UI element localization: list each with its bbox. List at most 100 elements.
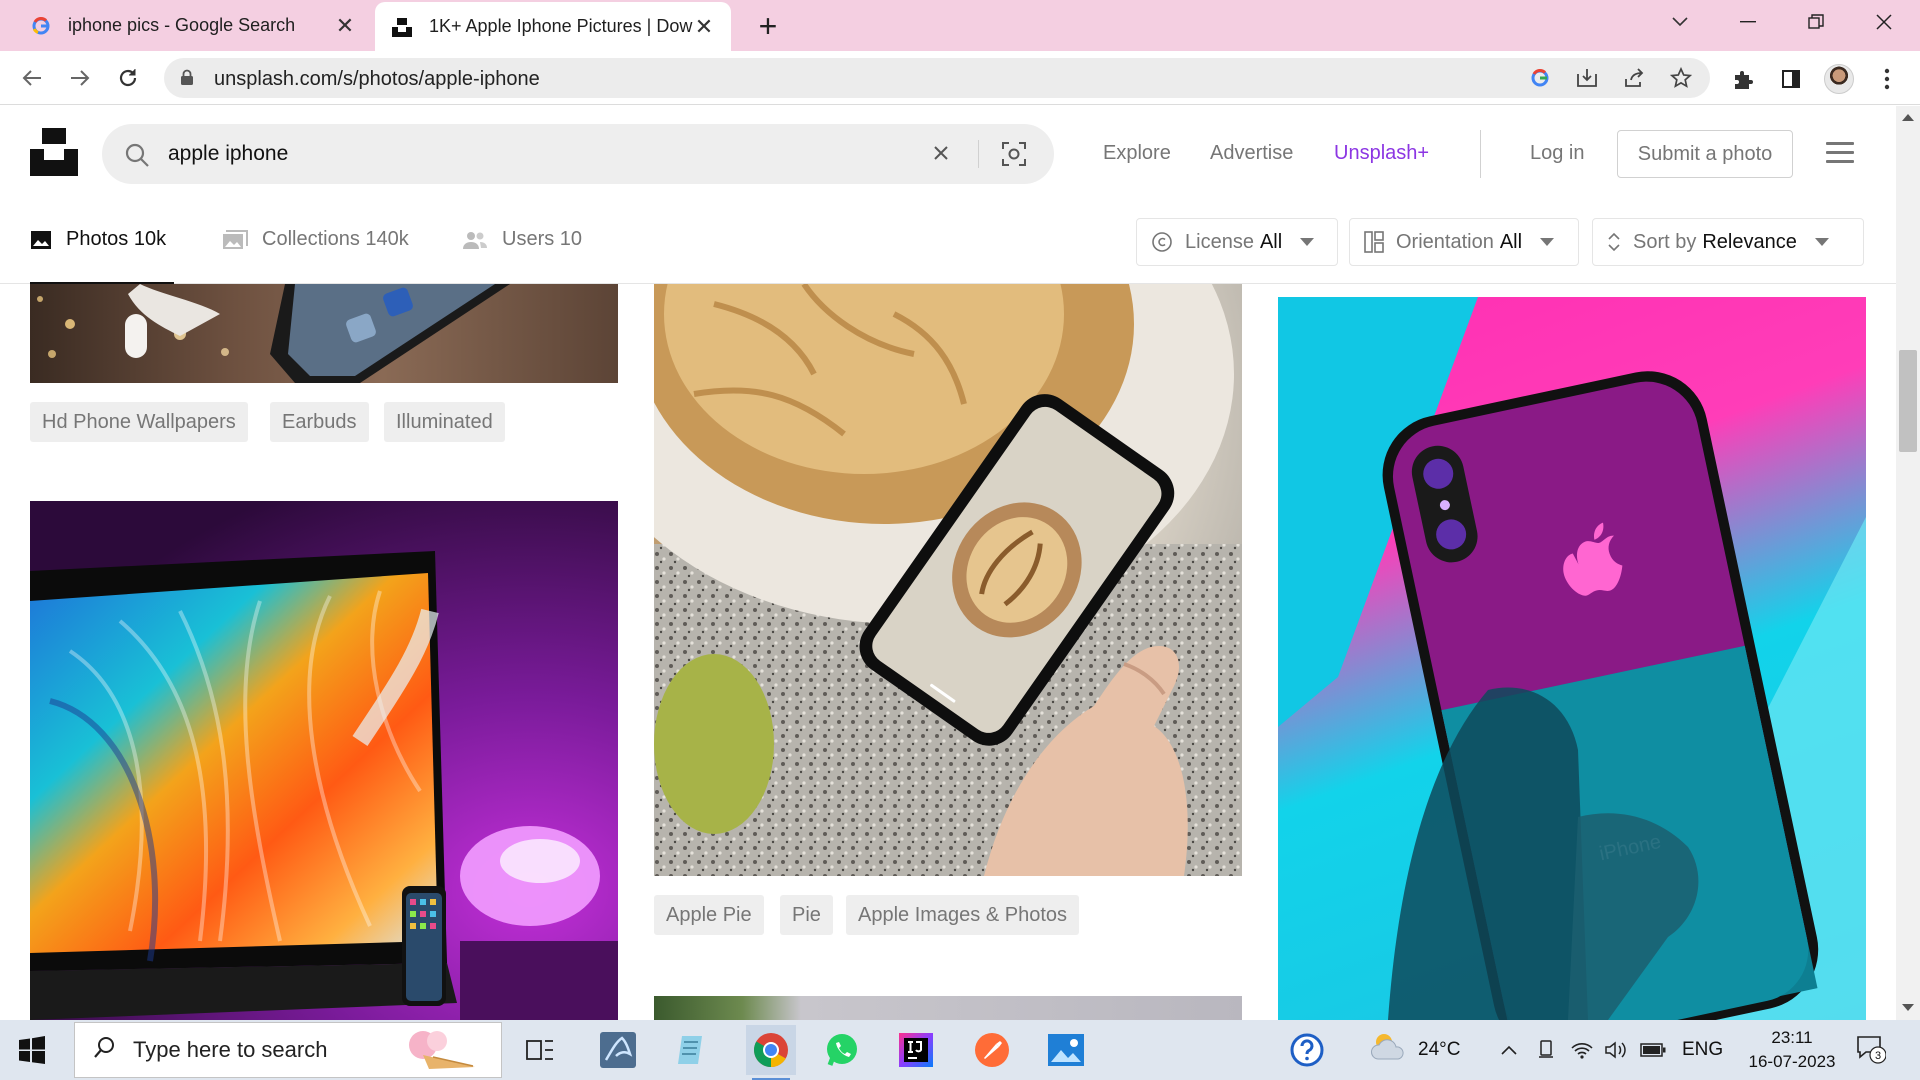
volume-icon[interactable] [1604,1020,1628,1080]
tag-pie[interactable]: Pie [780,895,833,935]
weather-widget[interactable]: 24°C [1370,1020,1460,1080]
url-text: unsplash.com/s/photos/apple-iphone [214,68,540,90]
clock-time: 23:11 [1771,1028,1813,1047]
tab-label: Photos [66,228,129,250]
mysql-workbench-icon[interactable] [596,1028,640,1072]
photos-app-icon[interactable] [1044,1028,1088,1072]
notepad-icon[interactable] [670,1028,714,1072]
tag-apple-pie[interactable]: Apple Pie [654,895,764,935]
google-lens-icon[interactable] [1527,66,1553,90]
unsplash-logo[interactable] [30,128,78,176]
search-bar[interactable]: apple iphone [102,124,1054,184]
tray-overflow-chevron-icon[interactable] [1500,1020,1518,1080]
browser-toolbar: unsplash.com/s/photos/apple-iphone [0,51,1920,105]
side-panel-icon[interactable] [1776,64,1806,94]
minimize-button[interactable] [1718,0,1778,44]
collections-icon [222,230,248,256]
license-value: All [1259,230,1283,253]
orientation-icon [1364,231,1384,253]
whatsapp-icon[interactable] [820,1028,864,1072]
intellij-idea-icon[interactable] [894,1028,938,1072]
bookmark-star-icon[interactable] [1668,66,1694,90]
chrome-icon[interactable] [746,1025,796,1080]
forward-button[interactable] [62,60,98,96]
battery-icon[interactable] [1640,1020,1666,1080]
tag-hd-phone-wallpapers[interactable]: Hd Phone Wallpapers [30,402,248,442]
task-view-icon[interactable] [518,1028,562,1072]
browser-menu-icon[interactable] [1872,64,1902,94]
postman-icon[interactable] [970,1028,1014,1072]
tag-illuminated[interactable]: Illuminated [384,402,505,442]
photo-iphone-x-neon[interactable]: iPhone [1278,297,1866,1020]
nav-advertise[interactable]: Advertise [1210,142,1293,165]
system-clock[interactable]: 23:11 16-07-2023 [1744,1026,1840,1074]
hamburger-menu-icon[interactable] [1826,142,1856,166]
extensions-puzzle-icon[interactable] [1728,64,1758,94]
search-icon[interactable] [124,142,150,173]
tab-count: 140k [365,228,409,250]
tab-users[interactable]: Users 10 [462,228,582,284]
orientation-dropdown[interactable]: Orientation All [1349,218,1579,266]
tab-collections[interactable]: Collections 140k [222,228,409,284]
caret-down-icon [1540,238,1555,246]
tag-earbuds[interactable]: Earbuds [270,402,369,442]
visual-search-icon[interactable] [1000,140,1028,168]
ice-cream-icon [393,1027,483,1080]
profile-avatar[interactable] [1824,64,1854,94]
tab-photos[interactable]: Photos 10k [30,228,174,284]
tab-search-chevron-icon[interactable] [1650,0,1710,44]
device-icon[interactable] [1536,1020,1556,1080]
tab-title: iphone pics - Google Search [68,15,296,35]
close-window-button[interactable] [1854,0,1914,44]
help-icon[interactable] [1290,1020,1324,1080]
taskbar-search-box[interactable]: Type here to search [74,1022,502,1078]
sort-label: Sort by [1633,230,1697,253]
search-input[interactable]: apple iphone [168,142,288,166]
photo-next-peek[interactable] [654,996,1242,1020]
nav-explore[interactable]: Explore [1103,142,1171,165]
photo-icon [30,230,52,256]
license-dropdown[interactable]: License All [1136,218,1338,266]
windows-taskbar: Type here to search 24°C ENG 23:11 16-07… [0,1020,1920,1080]
photo-earbuds-phone[interactable] [30,284,618,383]
install-app-icon[interactable] [1574,66,1600,90]
sort-value: Relevance [1702,230,1797,253]
close-tab-icon[interactable]: ✕ [693,14,715,40]
photo-apple-pie-phone[interactable] [654,284,1242,876]
tab-label: Collections [262,228,360,250]
share-icon[interactable] [1621,66,1647,90]
header-divider [1480,130,1481,178]
notifications-icon[interactable]: 3 [1856,1034,1887,1064]
wifi-icon[interactable] [1570,1020,1594,1080]
license-label: License [1185,230,1254,253]
tab-google-search[interactable]: iphone pics - Google Search ✕ [14,0,372,51]
scroll-down-arrow-icon[interactable] [1902,1004,1914,1011]
orientation-label: Orientation [1396,230,1494,253]
page-scrollbar[interactable] [1896,106,1920,1020]
close-tab-icon[interactable]: ✕ [334,13,356,39]
tag-apple-images-photos[interactable]: Apple Images & Photos [846,895,1080,935]
reload-button[interactable] [110,60,146,96]
clear-search-icon[interactable] [928,140,954,166]
login-link[interactable]: Log in [1530,142,1585,165]
language-indicator[interactable]: ENG [1682,1020,1723,1080]
taskbar-search-placeholder: Type here to search [133,1037,328,1062]
new-tab-button[interactable]: + [748,6,788,46]
nav-unsplash-plus[interactable]: Unsplash+ [1334,142,1429,165]
tab-title: 1K+ Apple Iphone Pictures | Dow [429,16,693,36]
photo-imac-iphone[interactable] [30,501,618,1020]
scrollbar-thumb[interactable] [1899,350,1917,452]
sort-arrows-icon [1607,231,1621,253]
sort-dropdown[interactable]: Sort by Relevance [1592,218,1864,266]
address-bar[interactable]: unsplash.com/s/photos/apple-iphone [164,58,1710,98]
google-g-icon [30,15,52,37]
weather-temperature: 24°C [1418,1039,1461,1060]
tab-unsplash[interactable]: 1K+ Apple Iphone Pictures | Dow ✕ [375,2,731,51]
submit-photo-button[interactable]: Submit a photo [1617,130,1793,178]
windows-start-icon[interactable] [18,1036,46,1064]
restore-button[interactable] [1786,0,1846,44]
scroll-up-arrow-icon[interactable] [1902,114,1914,121]
back-button[interactable] [14,60,50,96]
orientation-value: All [1499,230,1523,253]
search-divider [978,140,979,168]
